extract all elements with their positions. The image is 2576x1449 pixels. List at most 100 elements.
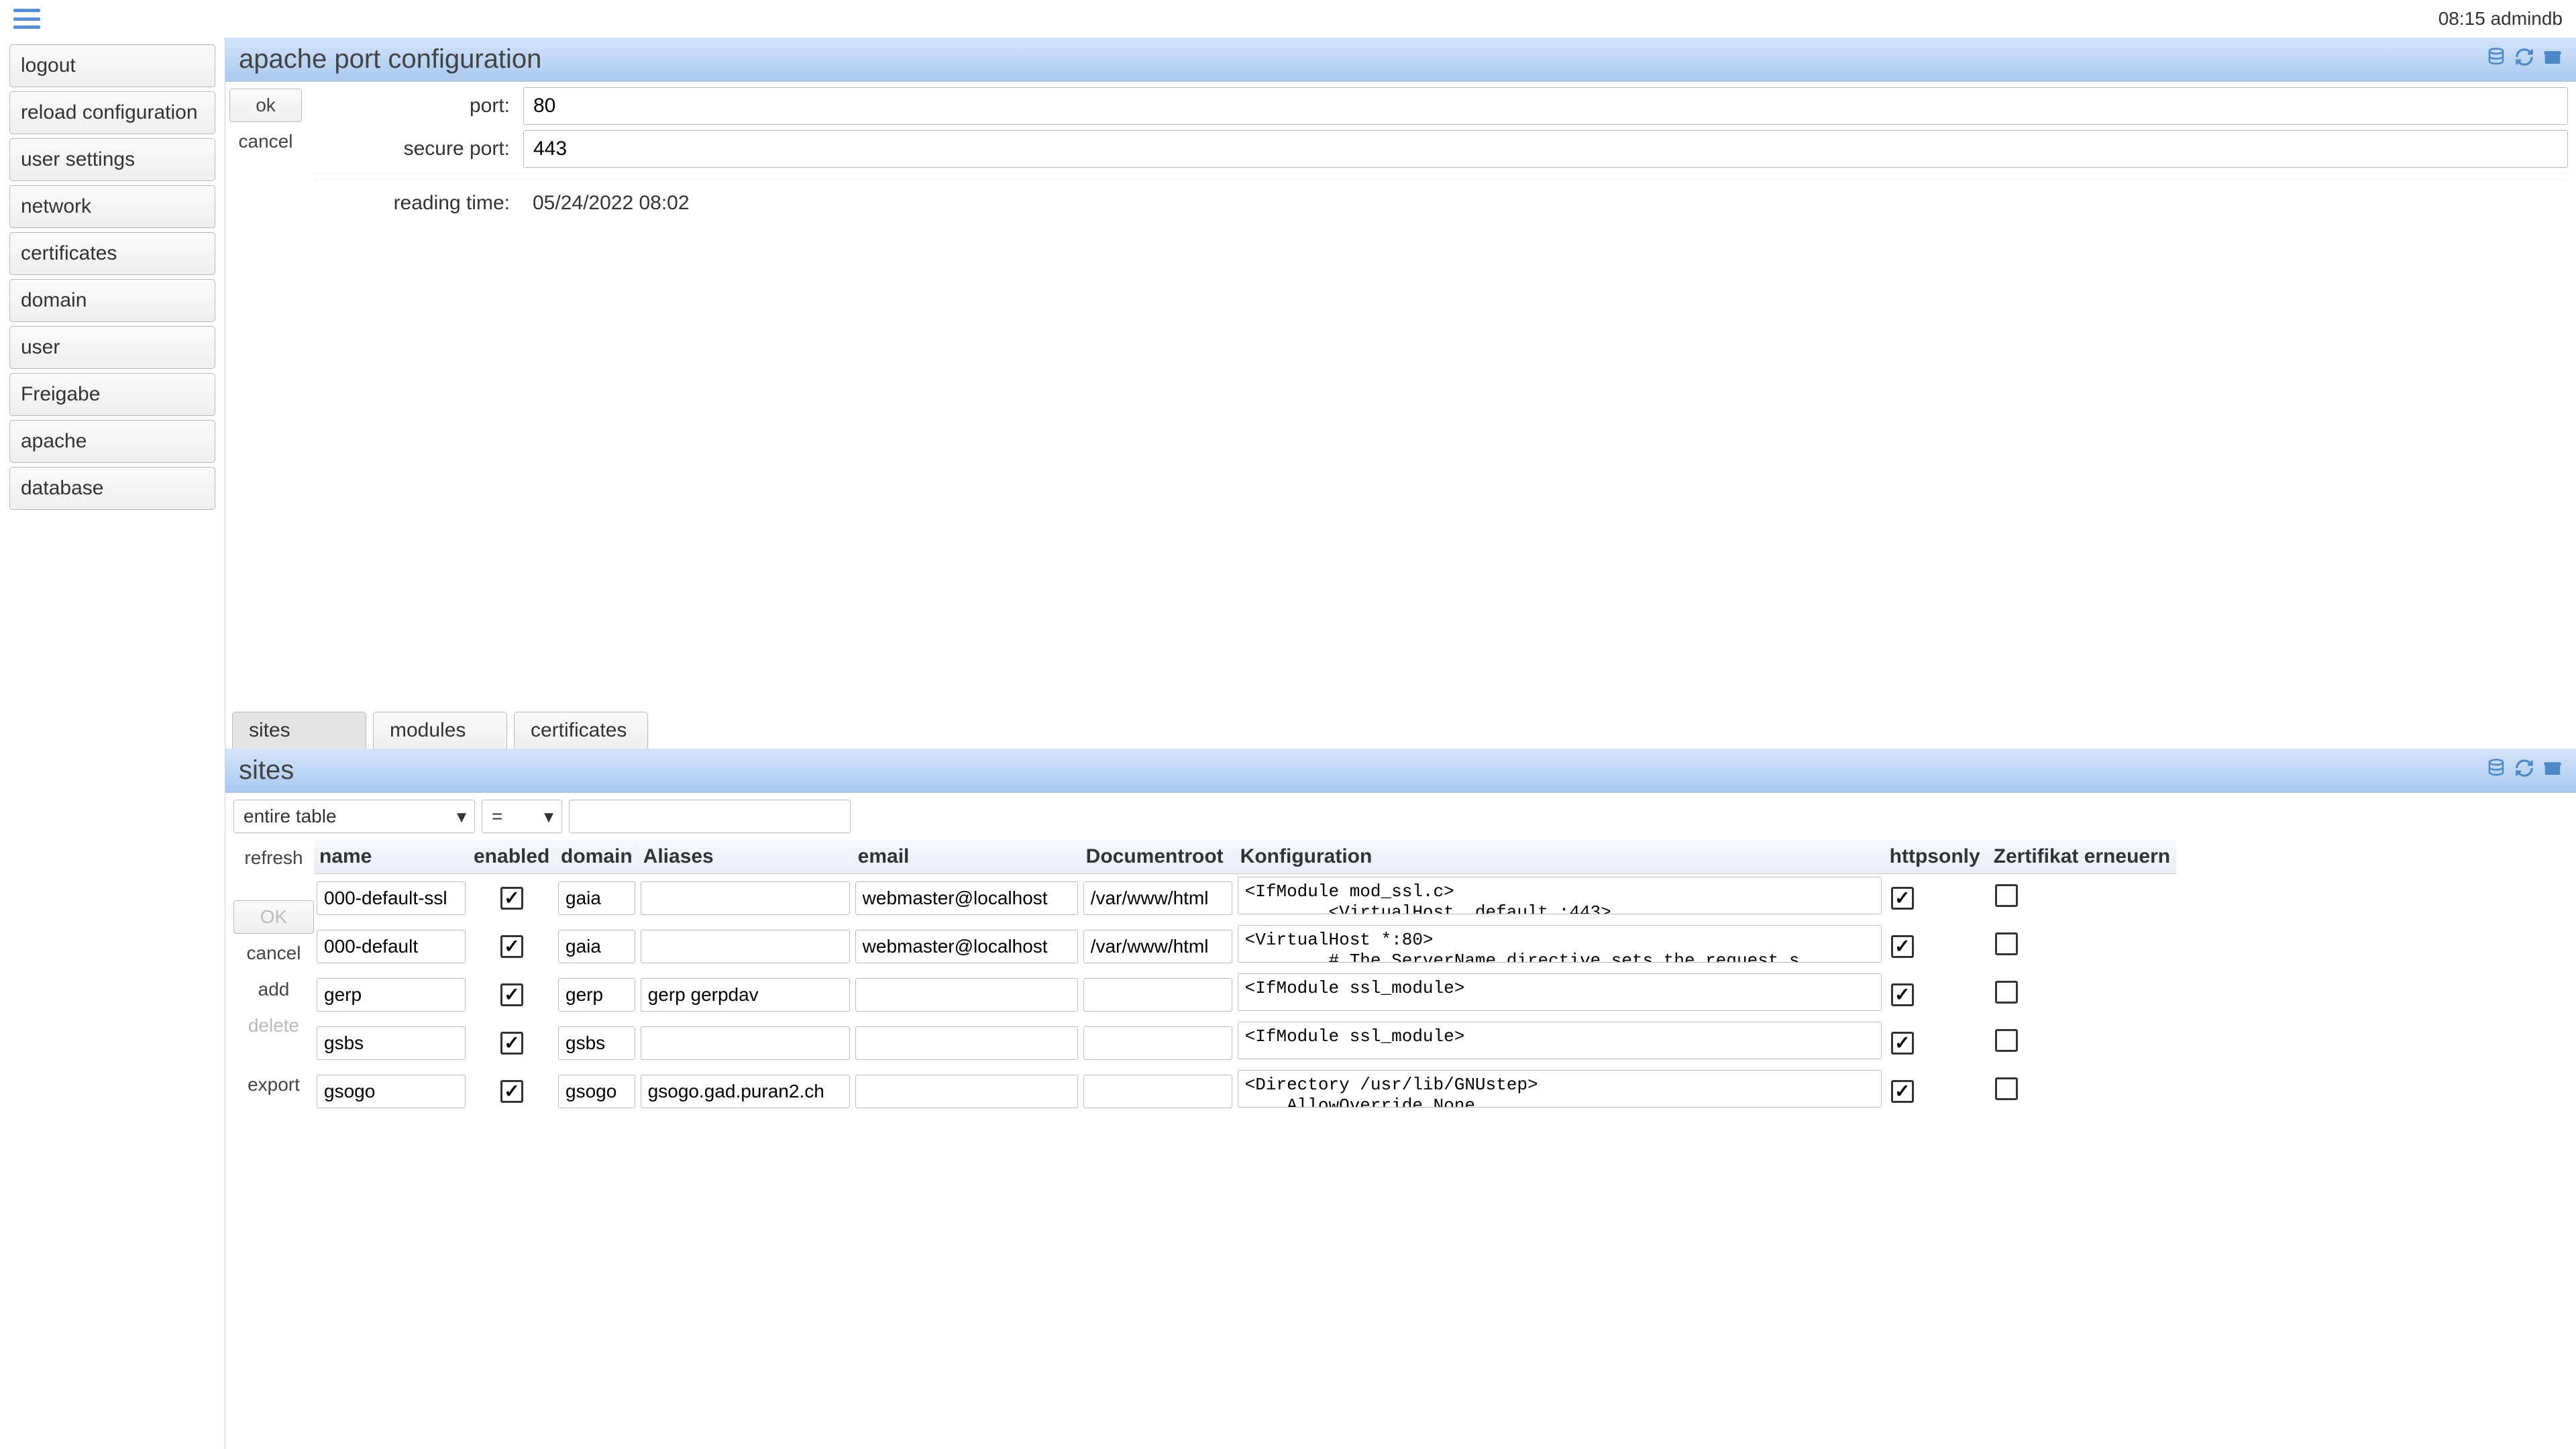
lower-panel-title: sites bbox=[239, 755, 294, 786]
cell-name[interactable] bbox=[317, 881, 466, 915]
tab-modules[interactable]: modules bbox=[373, 712, 507, 749]
cell-enabled-checkbox[interactable] bbox=[500, 1080, 523, 1103]
cell-domain[interactable] bbox=[558, 930, 635, 963]
cell-domain[interactable] bbox=[558, 881, 635, 915]
cell-email[interactable] bbox=[855, 881, 1078, 915]
cell-name[interactable] bbox=[317, 1075, 466, 1108]
table-refresh-button[interactable]: refresh bbox=[233, 841, 314, 875]
th-httpsonly[interactable]: httpsonly bbox=[1884, 840, 1988, 874]
cell-httpsonly-checkbox[interactable] bbox=[1891, 1032, 1914, 1055]
cell-cert-checkbox[interactable] bbox=[1995, 932, 2018, 955]
cell-konfig[interactable]: <IfModule mod_ssl.c> <VirtualHost _defau… bbox=[1238, 877, 1882, 914]
tab-sites[interactable]: sites bbox=[232, 712, 366, 749]
sidebar-item-freigabe[interactable]: Freigabe bbox=[9, 373, 215, 416]
cell-aliases[interactable] bbox=[641, 1075, 850, 1108]
th-cert[interactable]: Zertifikat erneuern bbox=[1988, 840, 2176, 874]
table-export-button[interactable]: export bbox=[233, 1068, 314, 1102]
cell-httpsonly-checkbox[interactable] bbox=[1891, 887, 1914, 910]
reading-time-value: 05/24/2022 08:02 bbox=[523, 185, 2568, 221]
table-row[interactable]: <IfModule ssl_module> bbox=[314, 1019, 2176, 1067]
cell-konfig[interactable]: <IfModule ssl_module> bbox=[1238, 1022, 1882, 1059]
cell-konfig[interactable]: <VirtualHost *:80> # The ServerName dire… bbox=[1238, 925, 1882, 963]
cell-enabled-checkbox[interactable] bbox=[500, 887, 523, 910]
sidebar-item-reload[interactable]: reload configuration bbox=[9, 91, 215, 134]
th-docroot[interactable]: Documentroot bbox=[1081, 840, 1235, 874]
cancel-button[interactable]: cancel bbox=[229, 125, 302, 158]
cell-email[interactable] bbox=[855, 1026, 1078, 1060]
table-ok-button[interactable]: OK bbox=[233, 900, 314, 934]
secure-port-input[interactable] bbox=[523, 130, 2568, 168]
refresh-icon[interactable] bbox=[2514, 47, 2534, 72]
sidebar-item-logout[interactable]: logout bbox=[9, 44, 215, 87]
cell-enabled-checkbox[interactable] bbox=[500, 935, 523, 958]
cell-domain[interactable] bbox=[558, 1075, 635, 1108]
cell-httpsonly-checkbox[interactable] bbox=[1891, 935, 1914, 958]
cell-cert-checkbox[interactable] bbox=[1995, 981, 2018, 1004]
cell-aliases[interactable] bbox=[641, 978, 850, 1012]
refresh-icon[interactable] bbox=[2514, 758, 2534, 784]
cell-email[interactable] bbox=[855, 1075, 1078, 1108]
filter-scope-select[interactable]: entire table bbox=[233, 800, 475, 833]
upper-panel-header: apache port configuration bbox=[225, 38, 2576, 82]
cell-docroot[interactable] bbox=[1083, 978, 1232, 1012]
cell-docroot[interactable] bbox=[1083, 1026, 1232, 1060]
table-row[interactable]: <IfModule ssl_module> bbox=[314, 971, 2176, 1019]
th-email[interactable]: email bbox=[853, 840, 1081, 874]
table-row[interactable]: <VirtualHost *:80> # The ServerName dire… bbox=[314, 922, 2176, 971]
cell-konfig[interactable]: <IfModule ssl_module> bbox=[1238, 973, 1882, 1011]
sidebar-item-user-settings[interactable]: user settings bbox=[9, 138, 215, 181]
port-input[interactable] bbox=[523, 87, 2568, 125]
upper-panel-title: apache port configuration bbox=[239, 44, 541, 74]
filter-value-input[interactable] bbox=[569, 800, 851, 833]
database-icon[interactable] bbox=[2486, 47, 2506, 72]
cell-cert-checkbox[interactable] bbox=[1995, 1077, 2018, 1100]
cell-aliases[interactable] bbox=[641, 930, 850, 963]
archive-icon[interactable] bbox=[2542, 758, 2563, 784]
reading-time-label: reading time: bbox=[314, 192, 523, 215]
cell-email[interactable] bbox=[855, 978, 1078, 1012]
cell-enabled-checkbox[interactable] bbox=[500, 983, 523, 1006]
cell-domain[interactable] bbox=[558, 978, 635, 1012]
cell-domain[interactable] bbox=[558, 1026, 635, 1060]
secure-port-label: secure port: bbox=[314, 138, 523, 160]
tab-certificates[interactable]: certificates bbox=[514, 712, 648, 749]
lower-panel-header: sites bbox=[225, 749, 2576, 793]
cell-name[interactable] bbox=[317, 978, 466, 1012]
cell-cert-checkbox[interactable] bbox=[1995, 1029, 2018, 1052]
cell-enabled-checkbox[interactable] bbox=[500, 1032, 523, 1055]
filter-op-select[interactable]: = bbox=[482, 800, 562, 833]
cell-name[interactable] bbox=[317, 930, 466, 963]
menu-icon[interactable] bbox=[13, 9, 40, 29]
ok-button[interactable]: ok bbox=[229, 89, 302, 122]
sidebar-item-domain[interactable]: domain bbox=[9, 279, 215, 322]
sidebar-item-network[interactable]: network bbox=[9, 185, 215, 228]
cell-email[interactable] bbox=[855, 930, 1078, 963]
table-cancel-button[interactable]: cancel bbox=[233, 936, 314, 970]
cell-aliases[interactable] bbox=[641, 881, 850, 915]
sidebar: logout reload configuration user setting… bbox=[0, 38, 225, 1449]
th-name[interactable]: name bbox=[314, 840, 468, 874]
cell-aliases[interactable] bbox=[641, 1026, 850, 1060]
th-konfig[interactable]: Konfiguration bbox=[1235, 840, 1884, 874]
cell-konfig[interactable]: <Directory /usr/lib/GNUstep> AllowOverri… bbox=[1238, 1070, 1882, 1108]
table-row[interactable]: <Directory /usr/lib/GNUstep> AllowOverri… bbox=[314, 1067, 2176, 1116]
cell-docroot[interactable] bbox=[1083, 881, 1232, 915]
cell-httpsonly-checkbox[interactable] bbox=[1891, 983, 1914, 1006]
cell-docroot[interactable] bbox=[1083, 930, 1232, 963]
table-add-button[interactable]: add bbox=[233, 973, 314, 1006]
cell-cert-checkbox[interactable] bbox=[1995, 884, 2018, 907]
table-row[interactable]: <IfModule mod_ssl.c> <VirtualHost _defau… bbox=[314, 874, 2176, 923]
th-domain[interactable]: domain bbox=[555, 840, 638, 874]
cell-docroot[interactable] bbox=[1083, 1075, 1232, 1108]
sidebar-item-database[interactable]: database bbox=[9, 467, 215, 510]
table-delete-button[interactable]: delete bbox=[233, 1009, 314, 1042]
th-enabled[interactable]: enabled bbox=[468, 840, 555, 874]
sidebar-item-certificates[interactable]: certificates bbox=[9, 232, 215, 275]
sidebar-item-user[interactable]: user bbox=[9, 326, 215, 369]
sidebar-item-apache[interactable]: apache bbox=[9, 420, 215, 463]
cell-name[interactable] bbox=[317, 1026, 466, 1060]
database-icon[interactable] bbox=[2486, 758, 2506, 784]
th-aliases[interactable]: Aliases bbox=[638, 840, 853, 874]
cell-httpsonly-checkbox[interactable] bbox=[1891, 1080, 1914, 1103]
archive-icon[interactable] bbox=[2542, 47, 2563, 72]
